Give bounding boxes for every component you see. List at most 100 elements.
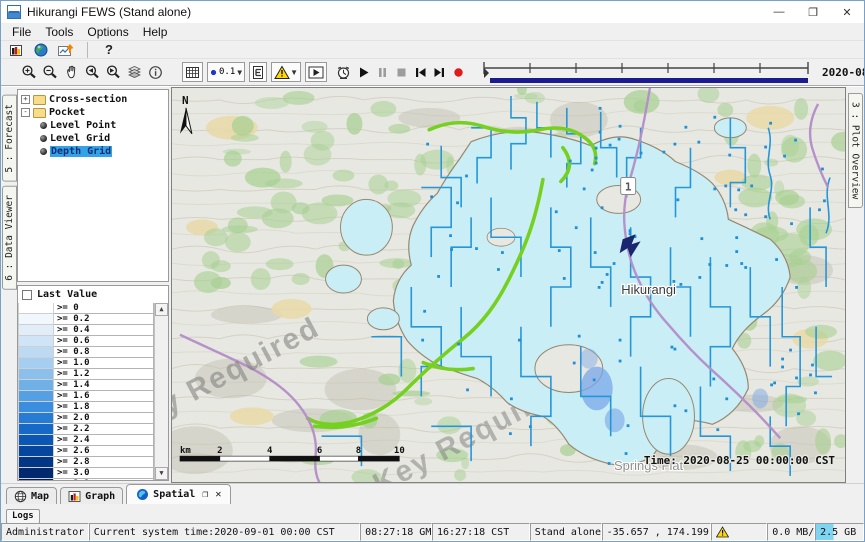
left-tab-strip: 5 : Forecast 6 : Data Viewer [1, 87, 17, 483]
time-series-display-icon[interactable] [7, 41, 25, 59]
legend-color-swatch [18, 358, 54, 369]
tab-map[interactable]: Map [6, 487, 57, 504]
legend-color-swatch [18, 457, 54, 468]
minimize-button[interactable]: — [762, 1, 796, 23]
tab-graph[interactable]: Graph [60, 487, 123, 504]
app-window: Hikurangi FEWS (Stand alone) — ❐ ✕ File … [0, 0, 865, 542]
status-gmt-time: 08:27:18 GMT [360, 523, 432, 541]
legend-row: >= 1.8 [18, 402, 154, 413]
info-icon[interactable] [147, 63, 164, 81]
grid-layer-button[interactable] [182, 62, 203, 82]
tab-spatial[interactable]: Spatial ❐ ✕ [126, 484, 231, 504]
tree-item-level-grid[interactable]: Level Grid [18, 132, 168, 145]
zoom-out-icon[interactable] [42, 63, 59, 81]
tab-plot-overview[interactable]: 3 : Plot Overview [848, 93, 863, 208]
play-icon[interactable] [356, 63, 371, 81]
legend-row: >= 2.4 [18, 435, 154, 446]
legend-class-label: >= 1.0 [54, 358, 154, 369]
legend-color-swatch [18, 391, 54, 402]
globe-wire-icon [14, 490, 27, 503]
expand-icon[interactable]: + [21, 95, 30, 104]
legend-class-label: >= 0 [54, 303, 154, 314]
menu-options[interactable]: Options [80, 25, 135, 39]
legend-panel: Last Value >= 0>= 0.2>= 0.4>= 0.6>= 0.8>… [17, 285, 169, 481]
step-forward-icon[interactable] [432, 63, 447, 81]
logs-button[interactable]: Logs [6, 509, 40, 524]
warnings-dropdown[interactable]: ▼ [271, 62, 301, 82]
status-system-time: Current system time:2020-09-01 00:00 CST [89, 523, 360, 541]
stop-icon[interactable] [394, 63, 409, 81]
window-title: Hikurangi FEWS (Stand alone) [27, 5, 191, 19]
menu-help[interactable]: Help [136, 25, 175, 39]
time-slider[interactable] [480, 59, 812, 85]
legend-class-label: >= 1.2 [54, 369, 154, 380]
legend-class-label: >= 0.6 [54, 336, 154, 347]
legend-class-label: >= 1.6 [54, 391, 154, 402]
status-bar: Administrator Current system time:2020-0… [1, 523, 864, 541]
status-mode: Stand alone [530, 523, 602, 541]
legend-class-label: >= 2.6 [54, 446, 154, 457]
legend-scrollbar[interactable]: ▲ ▼ [154, 303, 168, 480]
zoom-previous-icon[interactable] [84, 63, 101, 81]
close-button[interactable]: ✕ [830, 1, 864, 23]
layers-icon[interactable] [126, 63, 143, 81]
tab-data-viewer[interactable]: 6 : Data Viewer [2, 186, 17, 290]
bar-chart-icon [68, 490, 81, 503]
scroll-up-icon[interactable]: ▲ [155, 303, 168, 316]
map-canvas[interactable]: API Key RequiredAPI Key Required1API Key… [171, 87, 846, 483]
flood-pond [326, 265, 362, 293]
legend-color-swatch [18, 314, 54, 325]
node-dot-icon [40, 135, 47, 142]
legend-row: >= 3.2 [18, 479, 154, 480]
forecast-chart-icon[interactable] [57, 41, 75, 59]
tree-item-level-point[interactable]: Level Point [18, 119, 168, 132]
tab-forecast[interactable]: 5 : Forecast [2, 95, 17, 182]
legend-color-swatch [18, 479, 54, 480]
step-back-icon[interactable] [413, 63, 428, 81]
pan-hand-icon[interactable] [63, 63, 80, 81]
zoom-next-icon[interactable] [105, 63, 122, 81]
legend-row: >= 1.0 [18, 358, 154, 369]
animation-panel-button[interactable] [305, 62, 327, 82]
legend-class-label: >= 2.8 [54, 457, 154, 468]
legend-class-label: >= 0.2 [54, 314, 154, 325]
legend-row: >= 2.8 [18, 457, 154, 468]
map-toolbar: 0.1 ▼ ▼ [1, 59, 864, 87]
legend-color-swatch [18, 446, 54, 457]
map-display-icon[interactable] [32, 41, 50, 59]
legend-color-swatch [18, 402, 54, 413]
pause-icon[interactable] [375, 63, 390, 81]
zoom-in-icon[interactable] [21, 63, 38, 81]
maximize-button[interactable]: ❐ [796, 1, 830, 23]
legend-row: >= 3.0 [18, 468, 154, 479]
status-download-rate: 0.0 MB/s [767, 523, 815, 541]
right-tab-strip: 3 : Plot Overview [846, 87, 864, 483]
grid-scale-dropdown[interactable]: 0.1 ▼ [207, 62, 245, 82]
flood-pond [340, 199, 392, 255]
status-warning-cell[interactable] [711, 523, 767, 541]
tree-item-depth-grid[interactable]: Depth Grid [18, 145, 168, 158]
menu-file[interactable]: File [5, 25, 38, 39]
maximize-panel-icon[interactable]: ❐ [202, 489, 208, 500]
tree-item-pocket[interactable]: - Pocket [18, 106, 168, 119]
menu-tools[interactable]: Tools [38, 25, 80, 39]
map-image[interactable]: API Key RequiredAPI Key Required1API Key… [172, 88, 845, 482]
legend-row: >= 1.6 [18, 391, 154, 402]
bottom-tab-bar: Map Graph Spatial ❐ ✕ [1, 483, 864, 504]
svg-text:N: N [182, 94, 189, 107]
record-icon[interactable] [451, 63, 466, 81]
warning-icon [716, 526, 729, 538]
collapse-icon[interactable]: - [21, 108, 30, 117]
svg-text:2: 2 [217, 446, 222, 456]
last-value-checkbox[interactable] [22, 290, 32, 300]
legend-color-swatch [18, 347, 54, 358]
scroll-down-icon[interactable]: ▼ [155, 467, 168, 480]
animation-speed-icon[interactable] [335, 63, 352, 81]
title-bar: Hikurangi FEWS (Stand alone) — ❐ ✕ [1, 1, 864, 23]
legend-color-swatch [18, 325, 54, 336]
legend-button[interactable] [249, 62, 267, 82]
tree-item-cross-section[interactable]: + Cross-section [18, 93, 168, 106]
status-coordinates: -35.657 , 174.199 [602, 523, 712, 541]
close-panel-icon[interactable]: ✕ [215, 489, 221, 500]
help-icon[interactable]: ? [100, 41, 118, 59]
